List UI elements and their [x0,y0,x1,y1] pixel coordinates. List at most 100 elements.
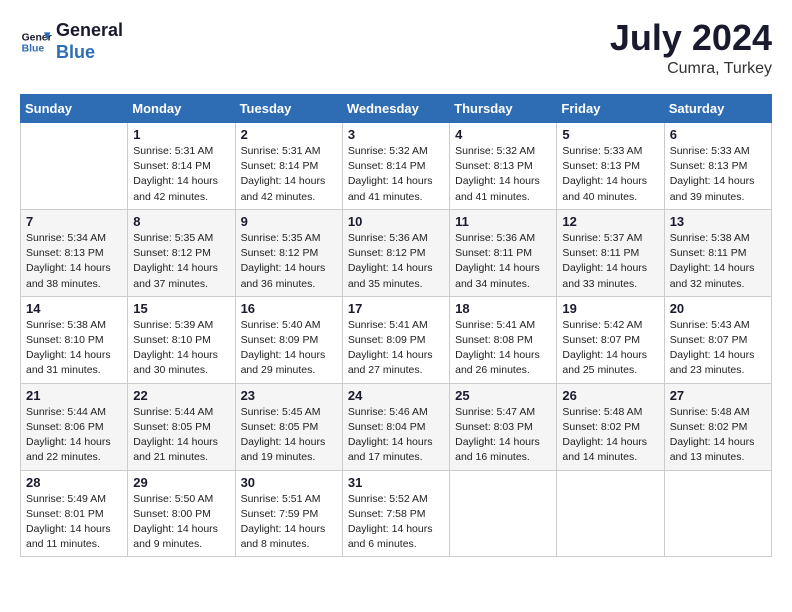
table-row: 20Sunrise: 5:43 AMSunset: 8:07 PMDayligh… [664,296,771,383]
table-row [21,123,128,210]
day-number: 23 [241,388,337,403]
day-number: 20 [670,301,766,316]
table-row: 24 Sunrise: 5:46 AMSunset: 8:04 PMDayligh… [342,383,449,470]
day-number: 3 [348,127,444,142]
table-row: 29 Sunrise: 5:50 AMSunset: 8:00 PMDayligh… [128,470,235,557]
day-info: Sunrise: 5:41 AMSunset: 8:09 PMDaylight:… [348,318,444,379]
day-info: Sunrise: 5:47 AMSunset: 8:03 PMDaylight:… [455,405,551,466]
day-number: 5 [562,127,658,142]
day-number: 21 [26,388,122,403]
day-info: Sunrise: 5:33 AMSunset: 8:13 PMDaylight:… [562,144,658,205]
day-info: Sunrise: 5:42 AMSunset: 8:07 PMDaylight:… [562,318,658,379]
day-info: Sunrise: 5:36 AMSunset: 8:12 PMDaylight:… [348,231,444,292]
day-number: 29 [133,475,229,490]
table-row: 7 Sunrise: 5:34 AMSunset: 8:13 PMDaylight… [21,209,128,296]
day-number: 26 [562,388,658,403]
day-info: Sunrise: 5:38 AMSunset: 8:11 PMDaylight:… [670,231,766,292]
day-number: 11 [455,214,551,229]
table-row: 21 Sunrise: 5:44 AMSunset: 8:06 PMDayligh… [21,383,128,470]
table-row: 6 Sunrise: 5:33 AMSunset: 8:13 PMDaylight… [664,123,771,210]
logo-icon: General Blue [20,26,52,58]
day-number: 22 [133,388,229,403]
day-info: Sunrise: 5:48 AMSunset: 8:02 PMDaylight:… [562,405,658,466]
col-friday: Friday [557,95,664,123]
day-info: Sunrise: 5:44 AMSunset: 8:06 PMDaylight:… [26,405,122,466]
day-info: Sunrise: 5:37 AMSunset: 8:11 PMDaylight:… [562,231,658,292]
day-info: Sunrise: 5:51 AMSunset: 7:59 PMDaylight:… [241,492,337,553]
logo: General Blue GeneralBlue [20,20,123,63]
table-row: 11 Sunrise: 5:36 AMSunset: 8:11 PMDayligh… [450,209,557,296]
day-info: Sunrise: 5:40 AMSunset: 8:09 PMDaylight:… [241,318,337,379]
day-number: 1 [133,127,229,142]
day-info: Sunrise: 5:44 AMSunset: 8:05 PMDaylight:… [133,405,229,466]
month-year: July 2024 [610,20,772,56]
table-row: 5 Sunrise: 5:33 AMSunset: 8:13 PMDaylight… [557,123,664,210]
table-row: 16 Sunrise: 5:40 AMSunset: 8:09 PMDayligh… [235,296,342,383]
table-row [450,470,557,557]
table-row: 9Sunrise: 5:35 AMSunset: 8:12 PMDaylight… [235,209,342,296]
day-number: 10 [348,214,444,229]
day-number: 13 [670,214,766,229]
location: Cumra, Turkey [610,60,772,78]
day-number: 2 [241,127,337,142]
table-row [557,470,664,557]
table-row [664,470,771,557]
table-row: 25 Sunrise: 5:47 AMSunset: 8:03 PMDayligh… [450,383,557,470]
day-info: Sunrise: 5:38 AMSunset: 8:10 PMDaylight:… [26,318,122,379]
day-info: Sunrise: 5:50 AMSunset: 8:00 PMDaylight:… [133,492,229,553]
day-info: Sunrise: 5:33 AMSunset: 8:13 PMDaylight:… [670,144,766,205]
calendar-table: Sunday Monday Tuesday Wednesday Thursday… [20,94,772,557]
table-row: 28 Sunrise: 5:49 AMSunset: 8:01 PMDayligh… [21,470,128,557]
day-info: Sunrise: 5:34 AMSunset: 8:13 PMDaylight:… [26,231,122,292]
day-number: 17 [348,301,444,316]
day-info: Sunrise: 5:36 AMSunset: 8:11 PMDaylight:… [455,231,551,292]
logo-text: GeneralBlue [56,20,123,63]
table-row: 14 Sunrise: 5:38 AMSunset: 8:10 PMDayligh… [21,296,128,383]
day-info: Sunrise: 5:46 AMSunset: 8:04 PMDaylight:… [348,405,444,466]
day-info: Sunrise: 5:39 AMSunset: 8:10 PMDaylight:… [133,318,229,379]
table-row: 2 Sunrise: 5:31 AMSunset: 8:14 PMDaylight… [235,123,342,210]
table-row: 26 Sunrise: 5:48 AMSunset: 8:02 PMDayligh… [557,383,664,470]
col-sunday: Sunday [21,95,128,123]
day-info: Sunrise: 5:49 AMSunset: 8:01 PMDaylight:… [26,492,122,553]
day-info: Sunrise: 5:45 AMSunset: 8:05 PMDaylight:… [241,405,337,466]
day-number: 19 [562,301,658,316]
day-info: Sunrise: 5:35 AMSunset: 8:12 PMDaylight:… [133,231,229,292]
day-number: 24 [348,388,444,403]
table-row: 10 Sunrise: 5:36 AMSunset: 8:12 PMDayligh… [342,209,449,296]
day-number: 18 [455,301,551,316]
table-row: 27Sunrise: 5:48 AMSunset: 8:02 PMDayligh… [664,383,771,470]
table-row: 15 Sunrise: 5:39 AMSunset: 8:10 PMDayligh… [128,296,235,383]
day-number: 12 [562,214,658,229]
day-number: 7 [26,214,122,229]
title-block: July 2024 Cumra, Turkey [610,20,772,78]
day-info: Sunrise: 5:31 AMSunset: 8:14 PMDaylight:… [133,144,229,205]
table-row: 30 Sunrise: 5:51 AMSunset: 7:59 PMDayligh… [235,470,342,557]
col-saturday: Saturday [664,95,771,123]
day-number: 28 [26,475,122,490]
table-row: 4 Sunrise: 5:32 AMSunset: 8:13 PMDaylight… [450,123,557,210]
calendar-header-row: Sunday Monday Tuesday Wednesday Thursday… [21,95,772,123]
day-info: Sunrise: 5:32 AMSunset: 8:13 PMDaylight:… [455,144,551,205]
table-row: 12 Sunrise: 5:37 AMSunset: 8:11 PMDayligh… [557,209,664,296]
table-row: 17 Sunrise: 5:41 AMSunset: 8:09 PMDayligh… [342,296,449,383]
day-number: 9 [241,214,337,229]
day-number: 15 [133,301,229,316]
day-number: 6 [670,127,766,142]
table-row: 23 Sunrise: 5:45 AMSunset: 8:05 PMDayligh… [235,383,342,470]
day-info: Sunrise: 5:32 AMSunset: 8:14 PMDaylight:… [348,144,444,205]
day-info: Sunrise: 5:41 AMSunset: 8:08 PMDaylight:… [455,318,551,379]
table-row: 13 Sunrise: 5:38 AMSunset: 8:11 PMDayligh… [664,209,771,296]
day-number: 16 [241,301,337,316]
day-number: 30 [241,475,337,490]
day-number: 8 [133,214,229,229]
day-info: Sunrise: 5:31 AMSunset: 8:14 PMDaylight:… [241,144,337,205]
table-row: 31Sunrise: 5:52 AMSunset: 7:58 PMDayligh… [342,470,449,557]
table-row: 19 Sunrise: 5:42 AMSunset: 8:07 PMDayligh… [557,296,664,383]
day-number: 4 [455,127,551,142]
day-number: 27 [670,388,766,403]
day-number: 25 [455,388,551,403]
day-number: 14 [26,301,122,316]
table-row: 3 Sunrise: 5:32 AMSunset: 8:14 PMDaylight… [342,123,449,210]
day-info: Sunrise: 5:52 AMSunset: 7:58 PMDaylight:… [348,492,444,553]
